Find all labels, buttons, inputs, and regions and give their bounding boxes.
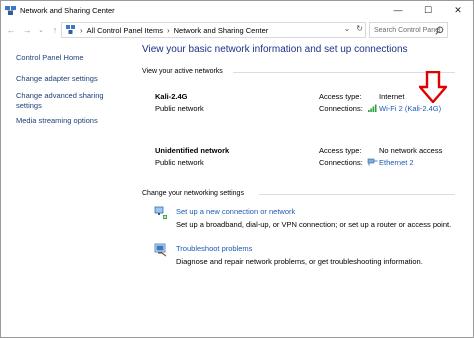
navigation-bar: ← → ⌄ ↑ › All Control Panel Items › Netw… xyxy=(1,21,473,39)
forward-icon[interactable]: → xyxy=(21,25,33,35)
search-placeholder: Search Control Panel xyxy=(374,26,441,34)
refresh-icon[interactable]: ↻ xyxy=(356,24,363,33)
search-icon xyxy=(435,26,444,37)
setup-new-connection-link[interactable]: Set up a new connection or network xyxy=(176,207,295,216)
breadcrumb-all-control-panel-items[interactable]: All Control Panel Items xyxy=(87,26,163,35)
breadcrumb-network-sharing-center[interactable]: Network and Sharing Center xyxy=(174,26,269,35)
maximize-button[interactable]: ☐ xyxy=(413,1,443,19)
ethernet-connection-link[interactable]: Ethernet 2 xyxy=(379,158,414,167)
up-icon[interactable]: ↑ xyxy=(49,25,61,35)
control-panel-home-link[interactable]: Control Panel Home xyxy=(16,53,84,63)
left-pane: Control Panel Home Change adapter settin… xyxy=(1,41,133,338)
active-networks-header: View your active networks xyxy=(142,68,223,75)
breadcrumb-separator: › xyxy=(166,25,170,35)
address-bar[interactable]: › All Control Panel Items › Network and … xyxy=(61,22,366,38)
wifi-connection-link[interactable]: Wi-Fi 2 (Kali-2.4G) xyxy=(379,104,441,113)
recent-dropdown-icon[interactable]: ⌄ xyxy=(35,26,47,34)
network-name: Kali-2.4G xyxy=(155,92,188,101)
troubleshoot-icon xyxy=(154,243,168,257)
section-divider xyxy=(259,194,455,195)
network-type: Public network xyxy=(155,104,204,113)
access-type-label: Access type: xyxy=(319,146,362,155)
back-icon[interactable]: ← xyxy=(5,25,17,35)
change-adapter-settings-link[interactable]: Change adapter settings xyxy=(16,74,98,84)
search-input[interactable]: Search Control Panel xyxy=(369,22,448,38)
network-name: Unidentified network xyxy=(155,146,230,155)
control-panel-icon xyxy=(66,25,76,35)
network-type: Public network xyxy=(155,158,204,167)
access-type-label: Access type: xyxy=(319,92,362,101)
window-title: Network and Sharing Center xyxy=(20,5,115,15)
red-arrow-down-icon xyxy=(417,70,449,105)
minimize-button[interactable]: — xyxy=(383,1,413,19)
networking-settings-header: Change your networking settings xyxy=(142,190,244,197)
new-connection-icon xyxy=(154,206,168,220)
title-bar: Network and Sharing Center — ☐ ✕ xyxy=(1,1,473,19)
access-type-value: Internet xyxy=(379,92,405,101)
page-title: View your basic network information and … xyxy=(142,44,408,55)
wifi-signal-icon xyxy=(368,104,377,114)
connections-label: Connections: xyxy=(319,104,363,113)
media-streaming-options-link[interactable]: Media streaming options xyxy=(16,116,98,126)
network-sharing-center-window: Network and Sharing Center — ☐ ✕ ← → ⌄ ↑… xyxy=(0,0,474,338)
breadcrumb-separator: › xyxy=(80,25,83,35)
troubleshoot-problems-link[interactable]: Troubleshoot problems xyxy=(176,244,252,253)
change-advanced-sharing-settings-link[interactable]: Change advanced sharing settings xyxy=(16,91,116,111)
network-center-icon xyxy=(5,5,16,16)
troubleshoot-problems-desc: Diagnose and repair network problems, or… xyxy=(176,257,423,266)
connections-label: Connections: xyxy=(319,158,363,167)
setup-new-connection-desc: Set up a broadband, dial-up, or VPN conn… xyxy=(176,220,452,229)
access-type-value: No network access xyxy=(379,146,443,155)
address-dropdown-icon[interactable]: ⌄ xyxy=(344,24,351,33)
close-button[interactable]: ✕ xyxy=(443,1,473,19)
ethernet-icon xyxy=(367,158,378,168)
